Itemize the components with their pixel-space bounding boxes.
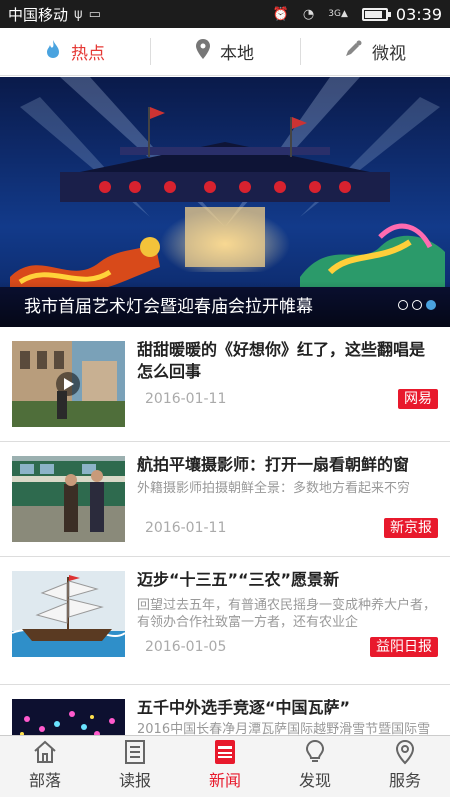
wifi-icon: ◔ (302, 6, 315, 22)
news-title: 甜甜暖暖的《好想你》红了，这些翻唱是怎么回事 (137, 340, 426, 381)
news-source-badge: 新京报 (384, 518, 438, 538)
location-icon (395, 739, 415, 765)
tab-hot[interactable]: 热点 (0, 28, 150, 75)
house-icon (34, 740, 56, 763)
news-thumbnail (12, 341, 125, 427)
network-type: 3G (328, 9, 341, 19)
tab-hot-label: 热点 (71, 44, 105, 64)
carousel-dot-active[interactable] (426, 300, 436, 310)
pen-icon (344, 40, 362, 63)
news-item[interactable]: 甜甜暖暖的《好想你》红了，这些翻唱是怎么回事 2016-01-11 网易 (0, 327, 450, 442)
signal-icon: 3G▲ (328, 9, 348, 19)
banner-caption-text: 我市首届艺术灯会暨迎春庙会拉开帷幕 (24, 296, 313, 317)
nav-news-label: 新闻 (208, 771, 241, 790)
flame-icon (45, 39, 61, 64)
news-source-badge: 益阳日报 (370, 637, 438, 657)
nav-news[interactable]: 新闻 (180, 736, 270, 797)
clock: 03:39 (395, 4, 442, 24)
news-thumbnail (12, 699, 125, 735)
news-title: 航拍平壤摄影师：打开一扇看朝鲜的窗 (137, 455, 410, 474)
top-tabs: 热点 本地 微视 (0, 28, 450, 76)
news-date: 2016-01-11 (145, 520, 227, 536)
nav-tribe-label: 部落 (28, 771, 61, 790)
news-title: 迈步“十三五”“三农”愿景新 (137, 570, 340, 589)
nav-services-label: 服务 (388, 771, 421, 790)
lightbulb-icon (305, 739, 325, 762)
carousel-dot[interactable] (412, 300, 422, 310)
bottom-nav: 部落 读报 新闻 发现 服务 (0, 735, 450, 797)
tab-local[interactable]: 本地 (150, 28, 300, 75)
android-icon: ▭ (88, 6, 101, 22)
news-thumbnail (12, 571, 125, 657)
news-date: 2016-01-05 (145, 639, 227, 655)
news-list[interactable]: 甜甜暖暖的《好想你》红了，这些翻唱是怎么回事 2016-01-11 网易 航拍平… (0, 327, 450, 735)
tab-local-label: 本地 (220, 44, 254, 64)
nav-services[interactable]: 服务 (360, 736, 450, 797)
news-summary: 2016中国长春净月潭瓦萨国际越野滑雪节暨国际雪联公布积分赛于长春举行 (137, 722, 431, 735)
news-title: 五千中外选手竞逐“中国瓦萨” (137, 698, 351, 717)
news-icon (215, 740, 235, 764)
battery-icon (361, 7, 391, 21)
nav-read-paper[interactable]: 读报 (90, 736, 180, 797)
carousel-indicator (398, 300, 436, 310)
tab-micro-video[interactable]: 微视 (300, 28, 450, 75)
tab-micro-video-label: 微视 (372, 44, 406, 64)
alarm-icon: ⏰ (272, 6, 289, 22)
carrier-name: 中国移动 (8, 5, 69, 24)
banner-carousel[interactable]: 我市首届艺术灯会暨迎春庙会拉开帷幕 (0, 77, 450, 327)
news-item[interactable]: 迈步“十三五”“三农”愿景新 回望过去五年，有普通农民摇身一变成种养大户者，有领… (0, 557, 450, 685)
news-date: 2016-01-11 (145, 391, 227, 407)
status-bar: 中国移动 ψ ▭ ⏰ ◔ 3G▲ 03:39 (0, 0, 450, 28)
news-item[interactable]: 五千中外选手竞逐“中国瓦萨” 2016中国长春净月潭瓦萨国际越野滑雪节暨国际雪联… (0, 685, 450, 735)
news-item[interactable]: 航拍平壤摄影师：打开一扇看朝鲜的窗 外籍摄影师拍摄朝鲜全景：多数地方看起来不穷 … (0, 442, 450, 557)
nav-discover[interactable]: 发现 (270, 736, 360, 797)
newspaper-icon (125, 740, 145, 764)
usb-icon: ψ (74, 6, 83, 22)
news-source-badge: 网易 (398, 389, 438, 409)
news-summary: 外籍摄影师拍摄朝鲜全景：多数地方看起来不穷 (137, 481, 411, 496)
nav-read-paper-label: 读报 (118, 771, 151, 790)
nav-discover-label: 发现 (298, 771, 331, 790)
banner-caption: 我市首届艺术灯会暨迎春庙会拉开帷幕 (0, 281, 450, 327)
nav-tribe[interactable]: 部落 (0, 736, 90, 797)
battery-level (364, 10, 382, 18)
location-pin-icon (196, 39, 210, 64)
carousel-dot[interactable] (398, 300, 408, 310)
news-thumbnail (12, 456, 125, 542)
news-summary: 回望过去五年，有普通农民摇身一变成种养大户者，有领办合作社致富一方者，还有农业企 (137, 598, 437, 630)
